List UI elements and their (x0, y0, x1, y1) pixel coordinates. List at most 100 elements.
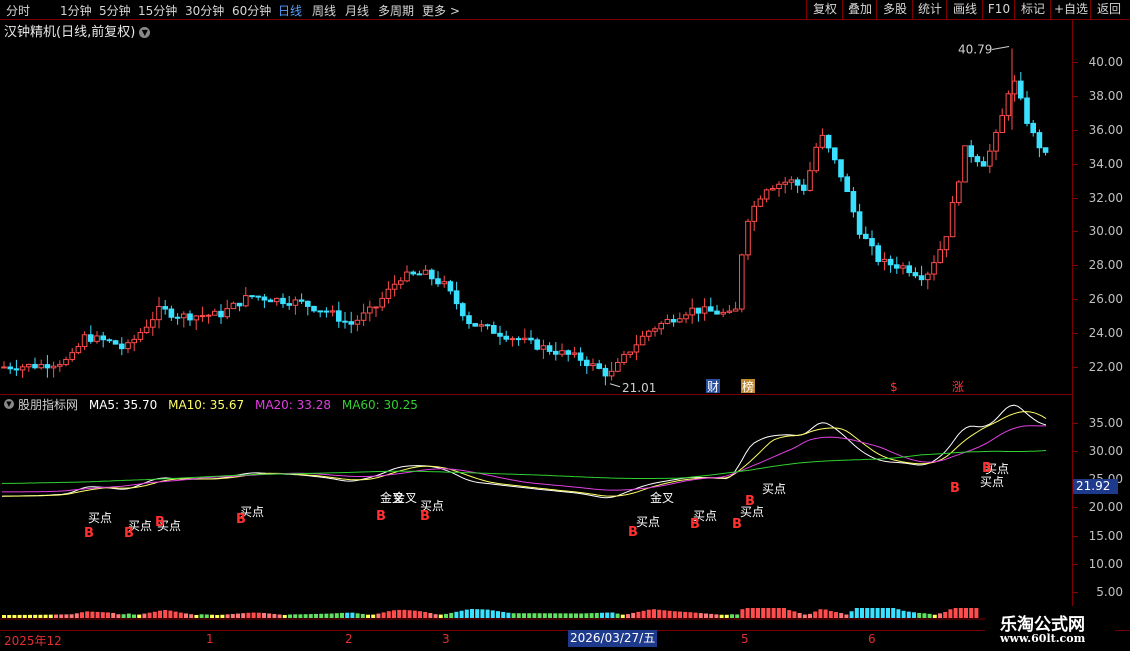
f10-button[interactable]: F10 (982, 0, 1015, 19)
histogram-bar (605, 612, 610, 618)
histogram-bar (839, 613, 844, 618)
b-signal-label: B (982, 461, 992, 476)
tab-60min[interactable]: 60分钟 (232, 2, 271, 19)
candle-body (863, 233, 869, 240)
candle-body (1024, 97, 1030, 124)
kline-chart[interactable]: 40.7921.01 财榜 $ 涨买点买点 买点买点 买点买点 买点 买点买点买点买点金叉 金叉… (0, 20, 1072, 630)
histogram-bar (631, 612, 636, 618)
price-axis-label: 22.00 (1088, 360, 1123, 374)
chevron-down-icon[interactable]: ▼ (4, 399, 14, 409)
histogram-bar (922, 613, 927, 618)
tab-30min[interactable]: 30分钟 (185, 2, 224, 19)
histogram-bar (953, 608, 958, 618)
tab-monthly[interactable]: 月线 (345, 2, 369, 19)
candle-body (26, 363, 32, 368)
tab-multi-period[interactable]: 多周期 (378, 2, 414, 19)
histogram-bar (797, 612, 802, 618)
histogram-bar (308, 614, 313, 618)
candle-body (1018, 80, 1024, 99)
histogram-bar (407, 610, 412, 618)
low-arrow (609, 383, 621, 388)
histogram-bar (329, 613, 334, 618)
price-axis-label: 28.00 (1088, 258, 1123, 273)
add-watchlist-button[interactable]: +自选 (1050, 0, 1091, 19)
candle-body (119, 343, 125, 350)
candle-body (980, 161, 987, 167)
candle-body (230, 302, 237, 310)
stats-button[interactable]: 统计 (912, 0, 947, 19)
back-button[interactable]: 返回 (1090, 0, 1127, 19)
price-axis-tick (1073, 333, 1078, 335)
candle-body (44, 364, 51, 369)
histogram-bar (111, 612, 116, 618)
candle-body (776, 183, 782, 189)
candle-body (639, 335, 646, 346)
candle-body (224, 308, 230, 318)
candle-body (38, 364, 45, 369)
candle-body (292, 299, 299, 306)
histogram-bar (100, 612, 105, 618)
histogram-bar (558, 613, 563, 618)
histogram-bar (381, 612, 386, 618)
price-axis-label: 32.00 (1088, 190, 1123, 205)
histogram-bar (667, 610, 672, 618)
histogram-bar (834, 612, 838, 618)
candle-body (261, 296, 268, 301)
histogram-bar (636, 611, 641, 618)
histogram-bar (584, 613, 589, 618)
histogram-bar (90, 611, 95, 618)
tab-intraday[interactable]: 分时 (6, 2, 30, 19)
tab-1min[interactable]: 1分钟 (60, 2, 92, 19)
histogram-bar (501, 611, 506, 618)
histogram-bar (886, 608, 890, 618)
indicator-axis-tick (1073, 507, 1078, 509)
candle-body (670, 318, 677, 323)
histogram-bar (875, 608, 880, 618)
tab-5min[interactable]: 5分钟 (99, 2, 131, 19)
tab-daily[interactable]: 日线 (278, 2, 302, 19)
candle-body (75, 346, 82, 354)
b-signal-label: B (420, 509, 430, 524)
multi-stock-button[interactable]: 多股 (876, 0, 913, 19)
candle-body (1036, 132, 1043, 149)
histogram-bar (932, 614, 937, 618)
indicator-axis-label: 20.00 (1088, 500, 1123, 515)
candle-body (162, 306, 168, 310)
ma10-value: MA10: 35.67 (168, 398, 245, 412)
histogram-bar (366, 614, 370, 618)
histogram-bar (657, 609, 662, 618)
histogram-bar (896, 609, 901, 618)
adjust-button[interactable]: 复权 (806, 0, 843, 19)
b-signal-label: B (236, 512, 246, 527)
histogram-bar (532, 613, 537, 618)
indicator-name: 股朋指标网 (18, 398, 79, 412)
candle-body (453, 290, 460, 305)
histogram-bar (360, 614, 365, 618)
candle-body (243, 295, 249, 307)
histogram-bar (251, 612, 256, 618)
histogram-bar (724, 614, 729, 618)
overlay-button[interactable]: 叠加 (842, 0, 877, 19)
histogram-bar (938, 613, 942, 618)
price-axis-tick (1073, 95, 1078, 97)
draw-button[interactable]: 画线 (946, 0, 983, 19)
histogram-bar (464, 609, 469, 618)
tab-weekly[interactable]: 周线 (312, 2, 336, 19)
candle-body (497, 332, 503, 337)
candle-body (689, 307, 696, 316)
histogram-bar (152, 611, 157, 618)
histogram-bar (17, 614, 22, 618)
date-label: 5 (741, 632, 749, 646)
tab-more[interactable]: 更多 > (422, 2, 460, 19)
b-signal-label: B (745, 494, 755, 509)
candle-body (286, 303, 292, 306)
tab-15min[interactable]: 15分钟 (138, 2, 177, 19)
candle-body (720, 311, 727, 315)
ranking-marker: 榜 (742, 379, 754, 394)
candle-body (757, 198, 764, 207)
candle-body (1042, 147, 1049, 153)
histogram-bar (194, 614, 199, 618)
histogram-bar (719, 614, 724, 618)
mark-button[interactable]: 标记 (1014, 0, 1051, 19)
histogram-bar (262, 612, 266, 618)
